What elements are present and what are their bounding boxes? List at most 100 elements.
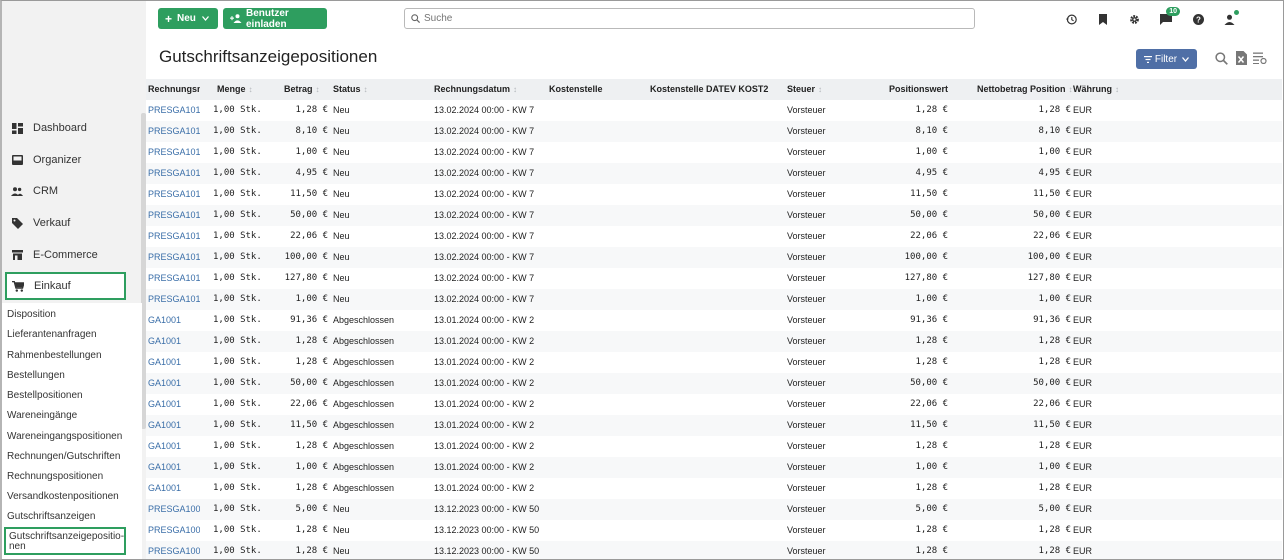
invoice-number-link[interactable]: GA1001 xyxy=(148,373,200,394)
column-settings-icon[interactable] xyxy=(1252,50,1268,66)
search-icon[interactable] xyxy=(1213,50,1229,66)
table-row[interactable]: PRESGA101 1,00 Stk. 127,80 € Neu 13.02.2024 … xyxy=(146,268,1282,289)
table-row[interactable]: GA1001 1,00 Stk. 50,00 € Abgeschlossen 13.01… xyxy=(146,373,1282,394)
submenu-item-rahmenbestellungen[interactable]: Rahmenbestellungen xyxy=(7,350,102,361)
table-row[interactable]: PRESGA101 1,00 Stk. 1,28 € Neu 13.02.2024 00… xyxy=(146,100,1282,121)
invoice-number-link[interactable]: PRESGA101 xyxy=(148,163,200,184)
invoice-number-link[interactable]: PRESGA101 xyxy=(148,247,200,268)
sort-icon[interactable]: ↕ xyxy=(1069,85,1073,94)
sidebar-item-organizer[interactable]: Organizer xyxy=(6,146,134,174)
invoice-number-link[interactable]: GA1001 xyxy=(148,415,200,436)
quantity-cell: 1,00 Stk. xyxy=(213,336,262,346)
submenu-item-gutschriftsanzeigepositionen[interactable]: Gutschriftsanzeigepositio-nen xyxy=(4,527,126,555)
submenu-item-lieferantenanfragen[interactable]: Lieferantenanfragen xyxy=(7,329,97,340)
col-kostenstelle-datev-header[interactable]: Kostenstelle DATEV KOST2 xyxy=(650,79,780,100)
help-icon[interactable]: ? xyxy=(1190,11,1206,27)
submenu-item-gutschriftsanzeigen[interactable]: Gutschriftsanzeigen xyxy=(7,511,95,522)
excel-export-icon[interactable] xyxy=(1233,50,1249,66)
new-button[interactable]: + Neu xyxy=(158,8,218,29)
sidebar-item-e-commerce[interactable]: E-Commerce xyxy=(6,241,134,269)
table-row[interactable]: PRESGA101 1,00 Stk. 1,00 € Neu 13.02.2024 00… xyxy=(146,289,1282,310)
col-menge-header[interactable]: Menge ↕ xyxy=(217,79,275,100)
col-rechnungsnummer-header[interactable]: Rechnungsnummer xyxy=(148,79,200,100)
invoice-number-link[interactable]: PRESGA101 xyxy=(148,142,200,163)
submenu-item-wareneingaenge[interactable]: Wareneingänge xyxy=(7,410,77,421)
sort-icon[interactable]: ↕ xyxy=(1115,85,1119,94)
add-user-icon xyxy=(230,14,242,23)
sidebar-item-einkauf[interactable]: Einkauf xyxy=(5,272,126,300)
invoice-number-link[interactable]: GA1001 xyxy=(148,352,200,373)
sort-icon[interactable]: ↕ xyxy=(249,85,253,94)
table-row[interactable]: PRESGA101 1,00 Stk. 4,95 € Neu 13.02.2024 00… xyxy=(146,163,1282,184)
invoice-number-link[interactable]: GA1001 xyxy=(148,331,200,352)
search-input[interactable] xyxy=(424,13,944,24)
chat-icon[interactable]: 10 xyxy=(1158,7,1180,27)
submenu-item-rechnungen-gutschriften[interactable]: Rechnungen/Gutschriften xyxy=(7,451,120,462)
table-row[interactable]: GA1001 1,00 Stk. 1,28 € Abgeschlossen 13.01.… xyxy=(146,478,1282,499)
col-waehrung-header[interactable]: Währung ↕ xyxy=(1073,79,1151,100)
submenu-item-bestellpositionen[interactable]: Bestellpositionen xyxy=(7,390,83,401)
invoice-number-link[interactable]: PRESGA100 xyxy=(148,541,200,560)
sort-icon[interactable]: ↕ xyxy=(316,85,320,94)
submenu-item-wareneingangspositionen[interactable]: Wareneingangspositionen xyxy=(7,431,122,442)
sidebar-item-dashboard[interactable]: Dashboard xyxy=(6,114,134,142)
sort-icon[interactable]: ↕ xyxy=(818,85,822,94)
table-row[interactable]: GA1001 1,00 Stk. 1,00 € Abgeschlossen 13.01.… xyxy=(146,457,1282,478)
table-row[interactable]: PRESGA100 1,00 Stk. 1,28 € Neu 13.12.2023 00… xyxy=(146,541,1282,560)
table-row[interactable]: GA1001 1,00 Stk. 1,28 € Abgeschlossen 13.01.… xyxy=(146,436,1282,457)
invoice-number-link[interactable]: PRESGA100 xyxy=(148,520,200,541)
invoice-number-link[interactable]: PRESGA101 xyxy=(148,100,200,121)
invoice-number-link[interactable]: PRESGA101 xyxy=(148,289,200,310)
filter-button[interactable]: Filter xyxy=(1136,49,1197,69)
cost-center-cell xyxy=(549,226,644,247)
table-row[interactable]: PRESGA101 1,00 Stk. 50,00 € Neu 13.02.2024 0… xyxy=(146,205,1282,226)
col-kostenstelle-header[interactable]: Kostenstelle xyxy=(549,79,644,100)
invoice-number-link[interactable]: PRESGA101 xyxy=(148,205,200,226)
table-row[interactable]: PRESGA101 1,00 Stk. 8,10 € Neu 13.02.2024 00… xyxy=(146,121,1282,142)
invoice-number-link[interactable]: PRESGA101 xyxy=(148,226,200,247)
sidebar-item-label: Dashboard xyxy=(33,122,87,134)
position-value-cell: 11,50 € xyxy=(910,420,948,430)
user-avatar-icon[interactable] xyxy=(1221,10,1239,27)
invoice-number-link[interactable]: GA1001 xyxy=(148,394,200,415)
submenu-item-bestellungen[interactable]: Bestellungen xyxy=(7,370,65,381)
invoice-number-link[interactable]: PRESGA101 xyxy=(148,184,200,205)
invite-user-button[interactable]: Benutzer einladen xyxy=(223,8,327,30)
search-field[interactable] xyxy=(404,8,975,29)
sidebar-item-crm[interactable]: CRM xyxy=(6,177,134,205)
table-row[interactable]: PRESGA101 1,00 Stk. 22,06 € Neu 13.02.2024 0… xyxy=(146,226,1282,247)
col-status-header[interactable]: Status ↕ xyxy=(333,79,446,100)
cost-center-cell xyxy=(549,100,644,121)
col-positionswert-header[interactable]: Positionswert xyxy=(866,79,948,100)
table-row[interactable]: GA1001 1,00 Stk. 11,50 € Abgeschlossen 13.01… xyxy=(146,415,1282,436)
sort-icon[interactable]: ↕ xyxy=(513,85,517,94)
submenu-item-rechnungspositionen[interactable]: Rechnungspositionen xyxy=(7,471,103,482)
invoice-number-link[interactable]: GA1001 xyxy=(148,478,200,499)
cost-center-datev-cell xyxy=(650,100,780,121)
sidebar-item-verkauf[interactable]: Verkauf xyxy=(6,209,134,237)
table-row[interactable]: PRESGA101 1,00 Stk. 1,00 € Neu 13.02.2024 00… xyxy=(146,142,1282,163)
table-row[interactable]: PRESGA100 1,00 Stk. 5,00 € Neu 13.12.2023 00… xyxy=(146,499,1282,520)
table-row[interactable]: GA1001 1,00 Stk. 91,36 € Abgeschlossen 13.01… xyxy=(146,310,1282,331)
history-icon[interactable] xyxy=(1063,11,1079,27)
einkauf-submenu: Disposition Lieferantenanfragen Rahmenbe… xyxy=(2,303,142,559)
invoice-number-link[interactable]: GA1001 xyxy=(148,457,200,478)
net-amount-cell: 1,28 € xyxy=(1038,357,1071,367)
invoice-number-link[interactable]: PRESGA101 xyxy=(148,121,200,142)
invoice-number-link[interactable]: PRESGA101 xyxy=(148,268,200,289)
invoice-number-link[interactable]: PRESGA100 xyxy=(148,499,200,520)
sort-icon[interactable]: ↕ xyxy=(364,85,368,94)
bookmark-icon[interactable] xyxy=(1095,11,1111,27)
table-row[interactable]: PRESGA101 1,00 Stk. 11,50 € Neu 13.02.2024 0… xyxy=(146,184,1282,205)
invoice-number-link[interactable]: GA1001 xyxy=(148,436,200,457)
table-row[interactable]: GA1001 1,00 Stk. 22,06 € Abgeschlossen 13.01… xyxy=(146,394,1282,415)
submenu-item-versandkostenpositionen[interactable]: Versandkostenpositionen xyxy=(7,491,119,502)
table-row[interactable]: GA1001 1,00 Stk. 1,28 € Abgeschlossen 13.01.… xyxy=(146,331,1282,352)
table-row[interactable]: PRESGA100 1,00 Stk. 1,28 € Neu 13.12.2023 00… xyxy=(146,520,1282,541)
submenu-item-disposition[interactable]: Disposition xyxy=(7,309,56,320)
gear-icon[interactable] xyxy=(1126,11,1142,27)
table-row[interactable]: PRESGA101 1,00 Stk. 100,00 € Neu 13.02.2024 … xyxy=(146,247,1282,268)
invoice-number-link[interactable]: GA1001 xyxy=(148,310,200,331)
col-rechnungsdatum-header[interactable]: Rechnungsdatum ↕ xyxy=(434,79,562,100)
table-row[interactable]: GA1001 1,00 Stk. 1,28 € Abgeschlossen 13.01.… xyxy=(146,352,1282,373)
